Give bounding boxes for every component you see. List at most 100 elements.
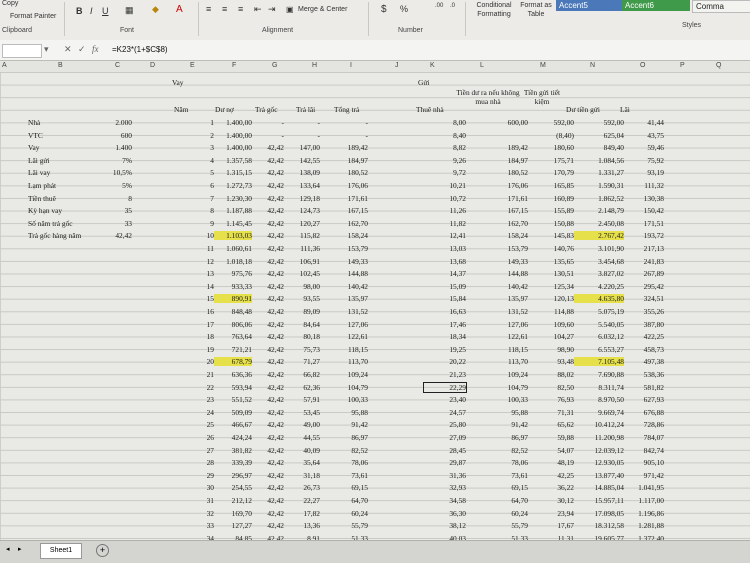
vay-value-cell: 180,52 (347, 168, 368, 178)
vay-value-cell: 129,18 (299, 193, 320, 203)
borders-icon[interactable]: ▦ (125, 5, 134, 16)
decrease-indent-icon[interactable]: ⇤ (254, 4, 262, 15)
font-color-icon[interactable]: A (176, 4, 183, 15)
vay-year-cell: 20 (206, 357, 214, 367)
align-right-icon[interactable]: ≡ (238, 4, 243, 14)
decrease-decimal-icon[interactable]: .0 (450, 3, 455, 9)
vay-value-cell: 86,97 (351, 433, 368, 442)
style-accent5[interactable]: Accent5 (556, 0, 622, 11)
column-header[interactable]: O (640, 62, 645, 69)
currency-button[interactable]: $ (381, 4, 387, 15)
italic-button[interactable]: I (90, 6, 93, 16)
name-box-dropdown-icon[interactable]: ▾ (44, 44, 49, 55)
gui-value-cell: 167,15 (507, 206, 528, 216)
gui-value-cell: 14.885,04 (594, 483, 624, 493)
tab-scroll-left-icon[interactable]: ◂ (6, 545, 10, 553)
gui-value-cell: 6.032,12 (598, 332, 624, 342)
column-header[interactable]: D (150, 62, 155, 69)
copy-button[interactable]: Copy (2, 0, 18, 7)
vay-value-cell: 26,73 (303, 483, 320, 493)
column-header[interactable]: J (395, 62, 399, 69)
vay-value-cell: 62,36 (303, 382, 320, 392)
column-header[interactable]: Q (716, 62, 721, 69)
tab-scroll-right-icon[interactable]: ▸ (18, 545, 22, 553)
vay-value-cell: 1.400,00 (226, 143, 252, 153)
style-comma[interactable]: Comma (692, 0, 750, 13)
column-header[interactable]: F (232, 62, 236, 69)
vay-value-cell: 466,67 (231, 420, 252, 430)
increase-indent-icon[interactable]: ⇥ (268, 4, 276, 15)
add-sheet-button[interactable]: + (96, 544, 109, 557)
column-header[interactable]: P (680, 62, 685, 69)
underline-button[interactable]: U (102, 6, 109, 16)
align-left-icon[interactable]: ≡ (206, 4, 211, 14)
column-header[interactable]: H (312, 62, 317, 69)
vay-value-cell: 144,88 (347, 269, 368, 279)
gui-value-cell: 295,42 (643, 281, 664, 291)
gui-value-cell: 1.196,86 (638, 508, 664, 518)
gui-value-cell: 4.220,25 (598, 281, 624, 291)
vay-year-cell: 24 (206, 407, 214, 417)
gui-value-cell: 55,79 (511, 521, 528, 531)
column-header[interactable]: N (590, 62, 595, 69)
gui-value-cell: 60,24 (511, 508, 528, 518)
increase-decimal-icon[interactable]: .00 (435, 3, 443, 9)
vay-value-cell: 806,06 (231, 319, 252, 329)
gui-value-cell: 324,51 (643, 294, 664, 304)
cancel-icon[interactable]: ✕ (64, 44, 72, 55)
column-header[interactable]: E (190, 62, 195, 69)
vay-year-cell: 28 (206, 458, 214, 468)
gui-value-cell: 95,88 (511, 407, 528, 417)
gui-value-cell: 7.690,88 (598, 370, 624, 379)
name-box[interactable] (2, 44, 42, 58)
formula-input[interactable]: =K23*(1+$C$8) (112, 45, 168, 54)
format-as-table-button[interactable]: Format as Table (516, 1, 556, 19)
vay-value-cell: 42,42 (267, 370, 284, 379)
vay-year-cell: 1 (210, 118, 214, 127)
column-header[interactable]: I (350, 62, 352, 69)
format-painter-button[interactable]: Format Painter (10, 13, 56, 20)
fill-color-icon[interactable]: ◆ (152, 4, 159, 15)
vay-value-cell: 109,24 (347, 370, 368, 379)
vay-value-cell: 138,09 (299, 168, 320, 178)
column-header[interactable]: G (272, 62, 277, 69)
vay-value-cell: 678,79 (214, 357, 252, 367)
column-header[interactable]: L (480, 62, 484, 69)
worksheet[interactable]: Vay Gửi Nhà 2.000 VTC 600 Vay 1.400 Lãi gửi 7% L… (0, 72, 750, 556)
vay-value-cell: 296,97 (231, 470, 252, 480)
vay-value-cell: - (281, 118, 284, 127)
vay-value-cell: 848,48 (231, 307, 252, 316)
percent-button[interactable]: % (400, 4, 408, 14)
vay-value-cell: 140,42 (347, 281, 368, 291)
merge-center-button[interactable]: Merge & Center (298, 6, 347, 13)
vay-value-cell: 42,42 (267, 256, 284, 266)
column-header[interactable]: B (58, 62, 63, 69)
column-header[interactable]: M (540, 62, 546, 69)
column-header[interactable]: A (2, 62, 7, 69)
ribbon-divider (64, 2, 65, 36)
column-header[interactable]: K (430, 62, 435, 69)
gui-value-cell: 10,72 (449, 193, 466, 203)
enter-icon[interactable]: ✓ (78, 44, 86, 55)
vay-value-cell: 127,27 (231, 521, 252, 531)
gui-column-header: Lãi (620, 105, 630, 114)
gui-value-cell: 31,36 (449, 470, 466, 480)
ribbon-divider (368, 2, 369, 36)
conditional-formatting-button[interactable]: Conditional Formatting (472, 1, 516, 19)
style-accent6[interactable]: Accent6 (622, 0, 690, 11)
vay-value-cell: - (365, 130, 368, 140)
column-header[interactable]: C (115, 62, 120, 69)
gui-value-cell: 13,03 (449, 244, 466, 253)
function-icon[interactable]: fx (92, 44, 99, 54)
vay-year-cell: 22 (206, 382, 214, 392)
gui-value-cell: 625,04 (603, 130, 624, 140)
gui-value-cell: 189,42 (507, 143, 528, 153)
sheet-tab[interactable]: Sheet1 (40, 543, 82, 559)
param-value: 2.000 (115, 118, 132, 127)
align-center-icon[interactable]: ≡ (222, 4, 227, 14)
vay-value-cell: 71,27 (303, 357, 320, 367)
vay-column-header: Trả lãi (296, 105, 316, 114)
bold-button[interactable]: B (76, 6, 83, 16)
vay-value-cell: 42,42 (267, 218, 284, 228)
vay-value-cell: 1.230,30 (226, 193, 252, 203)
